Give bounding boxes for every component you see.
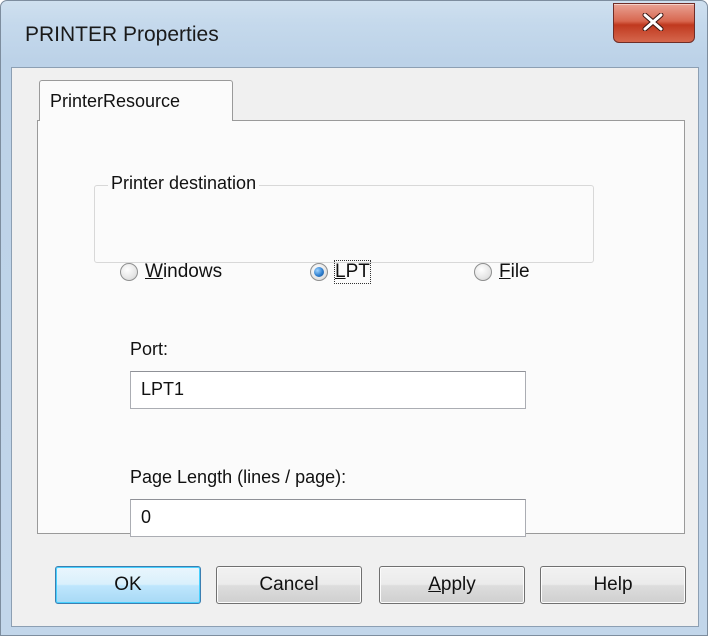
help-button[interactable]: Help [540,566,686,604]
radio-file-label: File [499,261,530,282]
dialog-client-area: PrinterResource Printer destination Wind… [11,67,699,627]
cancel-button[interactable]: Cancel [216,566,362,604]
title-bar[interactable]: PRINTER Properties [1,1,707,67]
page-length-input[interactable]: 0 [130,499,526,537]
apply-button[interactable]: Apply [379,566,525,604]
close-x-icon [642,13,664,31]
close-button[interactable] [613,3,695,43]
tab-panel-printerresource: Printer destination Windows LPT File Por… [37,120,685,537]
radio-windows[interactable]: Windows [120,261,222,283]
radio-lpt-label: LPT [334,260,371,284]
radio-checked-icon [310,263,328,281]
radio-file[interactable]: File [474,261,530,283]
port-input[interactable]: LPT1 [130,371,526,409]
tab-printerresource[interactable]: PrinterResource [39,80,233,121]
radio-windows-label: Windows [145,261,223,282]
dialog-window: PRINTER Properties PrinterResource Print… [0,0,708,636]
radio-unchecked-icon [474,263,492,281]
port-label: Port: [130,339,169,359]
radio-lpt[interactable]: LPT [310,260,371,284]
window-title: PRINTER Properties [25,23,219,46]
ok-button[interactable]: OK [55,566,201,604]
printer-destination-group [94,185,594,263]
page-length-label: Page Length (lines / page): [130,467,347,487]
radio-unchecked-icon [120,263,138,281]
tab-label: PrinterResource [50,91,181,111]
printer-destination-label: Printer destination [108,173,260,194]
